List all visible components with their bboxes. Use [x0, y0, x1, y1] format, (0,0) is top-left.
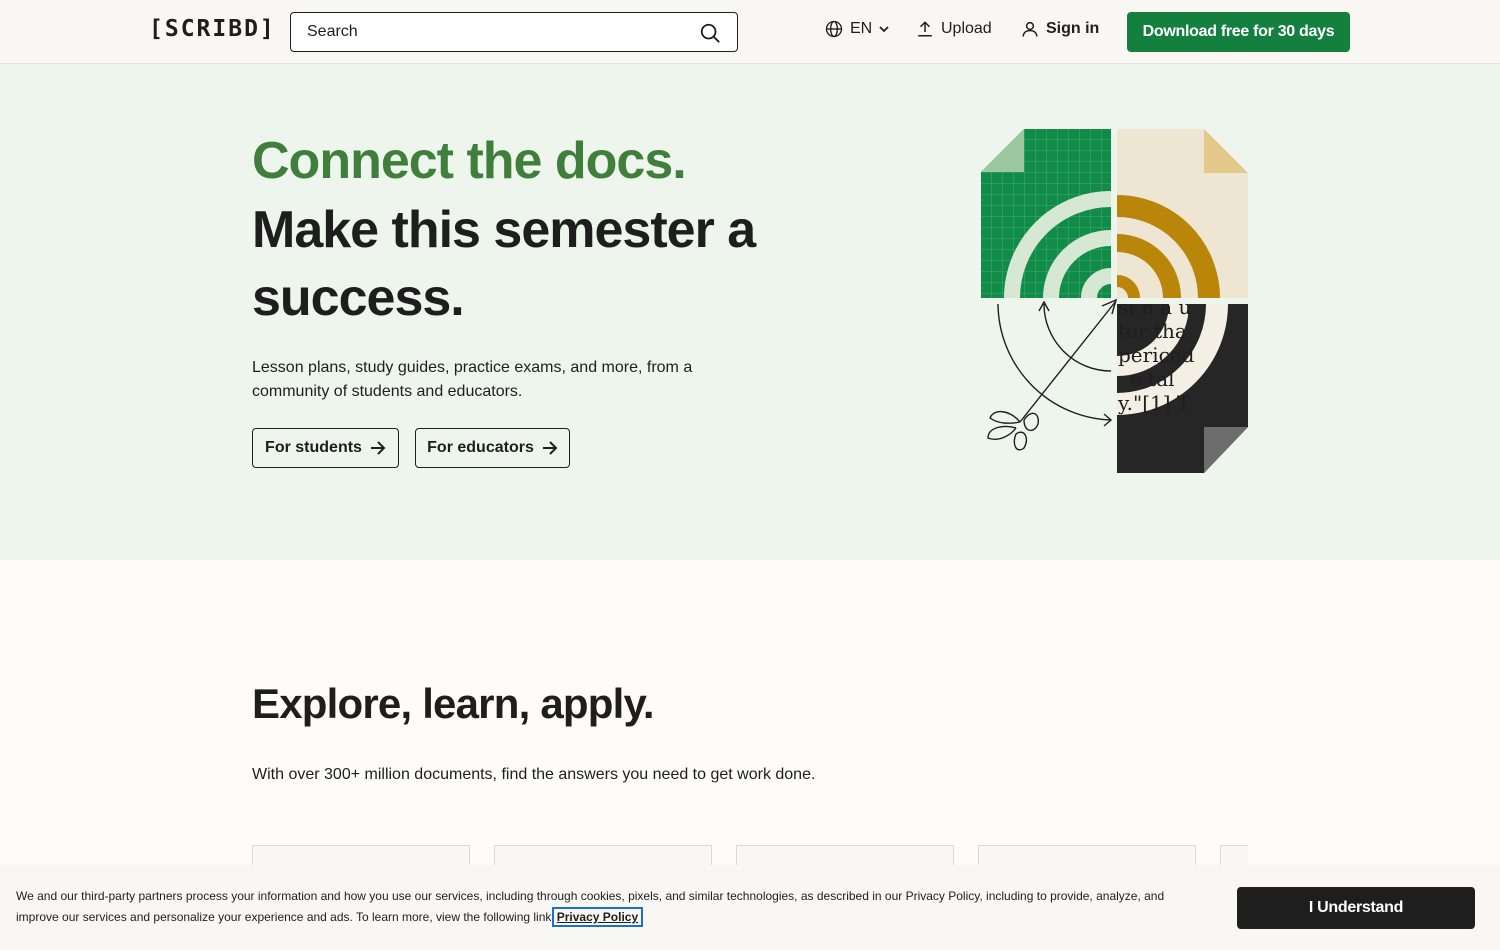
- explore-section-subtitle: With over 300+ million documents, find t…: [252, 766, 816, 783]
- illustration-text-line: e tal: [1130, 367, 1175, 391]
- chevron-down-icon: [879, 26, 889, 33]
- for-educators-label: For educators: [427, 439, 534, 456]
- hero-subtitle: Lesson plans, study guides, practice exa…: [252, 359, 693, 400]
- upload-button[interactable]: Upload: [916, 20, 992, 38]
- language-label: EN: [850, 20, 873, 37]
- search-box[interactable]: [290, 12, 738, 52]
- hero-title-highlight: Connect the docs.: [252, 132, 687, 190]
- user-icon: [1022, 21, 1038, 37]
- privacy-policy-link[interactable]: Privacy Policy: [551, 907, 644, 927]
- upload-icon: [918, 21, 932, 37]
- globe-icon: [825, 20, 843, 38]
- sign-in-label: Sign in: [1046, 20, 1100, 37]
- cookie-consent-text: We and our third-party partners process …: [16, 886, 1176, 928]
- illustration-text-line: y."[1] T: [1117, 391, 1191, 415]
- illustration-text-line: si n a u: [1118, 295, 1192, 319]
- i-understand-button[interactable]: I Understand: [1237, 887, 1475, 929]
- explore-section-title: Explore, learn, apply.: [252, 680, 655, 727]
- scribd-logo[interactable]: [SCRIBD]: [149, 16, 276, 42]
- for-students-button[interactable]: For students: [252, 428, 399, 468]
- for-students-label: For students: [265, 439, 362, 456]
- hero-target-illustration: si n a u tor tha periced e tal y."[1] T: [981, 129, 1248, 473]
- download-free-trial-button[interactable]: Download free for 30 days: [1127, 12, 1350, 52]
- search-input[interactable]: [291, 13, 723, 51]
- arrow-right-icon: [542, 441, 558, 455]
- sign-in-button[interactable]: Sign in: [1021, 20, 1099, 38]
- language-selector[interactable]: EN: [825, 20, 889, 38]
- top-navigation-bar: [SCRIBD] EN Upload Sign in Download free…: [0, 0, 1500, 64]
- illustration-text-line: tor tha: [1118, 319, 1187, 343]
- illustration-text-line: periced: [1118, 343, 1195, 367]
- for-educators-button[interactable]: For educators: [415, 428, 570, 468]
- arrow-right-icon: [370, 441, 386, 455]
- upload-label: Upload: [941, 20, 992, 37]
- search-icon[interactable]: [699, 22, 721, 44]
- hero-title: Make this semester a success.: [252, 201, 756, 327]
- cookie-consent-banner: We and our third-party partners process …: [0, 865, 1500, 950]
